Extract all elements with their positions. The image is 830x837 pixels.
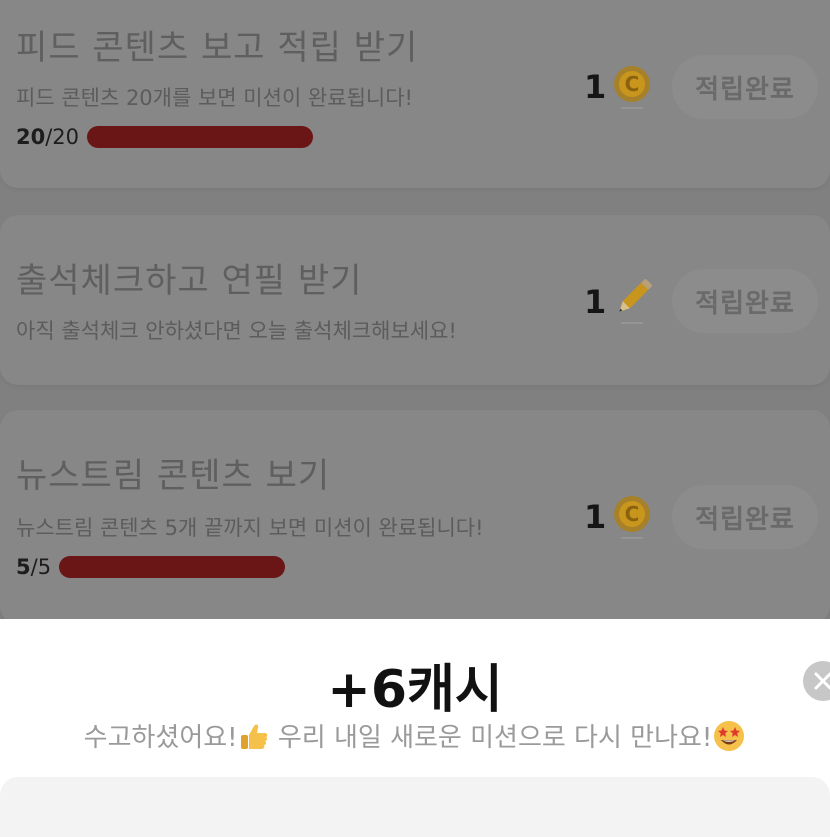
progress-bar <box>87 126 314 148</box>
progress-total: /20 <box>45 125 80 149</box>
mission-card-newstream: 뉴스트림 콘텐츠 보기 뉴스트림 콘텐츠 5개 끝까지 보면 미션이 완료됩니다… <box>0 410 830 624</box>
total-reward-amount: +6캐시 <box>327 660 503 720</box>
star-struck-face-icon <box>714 721 745 751</box>
reward-bottom-sheet: +6캐시 수고하셨어요! 우리 내일 새로운 미션으로 다시 만나요! <box>0 619 830 837</box>
claim-complete-button[interactable]: 적립완료 <box>672 55 818 119</box>
claim-complete-button[interactable]: 적립완료 <box>672 485 818 549</box>
claim-complete-button[interactable]: 적립완료 <box>672 269 818 333</box>
svg-text:C: C <box>625 502 640 526</box>
message-part1: 수고하셨어요! <box>83 723 238 753</box>
coin-icon: C <box>614 496 650 539</box>
mission-reward: 1 <box>584 279 652 325</box>
mission-title: 피드 콘텐츠 보고 적립 받기 <box>16 28 419 68</box>
message-part2: 우리 내일 새로운 미션으로 다시 만나요! <box>269 723 713 753</box>
thumbs-up-icon <box>240 724 268 749</box>
mission-card-feed: 피드 콘텐츠 보고 적립 받기 피드 콘텐츠 20개를 보면 미션이 완료됩니다… <box>0 0 830 188</box>
mission-progress: 20/20 <box>16 125 314 149</box>
mission-title: 뉴스트림 콘텐츠 보기 <box>16 456 331 496</box>
progress-current: 20 <box>16 125 46 149</box>
progress-total: /5 <box>30 555 52 579</box>
svg-text:C: C <box>625 72 640 96</box>
reward-amount: 1 <box>584 283 607 321</box>
close-icon <box>814 672 830 690</box>
reward-amount: 1 <box>584 498 607 536</box>
mission-card-attendance: 출석체크하고 연필 받기 아직 출석체크 안하셨다면 오늘 출석체크해보세요! … <box>0 215 830 385</box>
progress-bar <box>59 556 286 578</box>
mission-progress: 5/5 <box>16 555 286 579</box>
sheet-content-panel <box>0 777 830 837</box>
mission-description: 피드 콘텐츠 20개를 보면 미션이 완료됩니다! <box>16 86 413 110</box>
mission-reward: 1 C <box>584 64 652 110</box>
progress-current: 5 <box>16 555 31 579</box>
completion-message: 수고하셨어요! 우리 내일 새로운 미션으로 다시 만나요! <box>0 717 830 754</box>
mission-description: 뉴스트림 콘텐츠 5개 끝까지 보면 미션이 완료됩니다! <box>16 516 484 540</box>
coin-icon: C <box>614 66 650 109</box>
mission-list: 피드 콘텐츠 보고 적립 받기 피드 콘텐츠 20개를 보면 미션이 완료됩니다… <box>0 0 830 624</box>
reward-amount: 1 <box>584 68 607 106</box>
mission-reward: 1 C <box>584 494 652 540</box>
mission-title: 출석체크하고 연필 받기 <box>16 261 363 301</box>
mission-description: 아직 출석체크 안하셨다면 오늘 출석체크해보세요! <box>16 319 457 343</box>
pencil-icon <box>619 279 652 324</box>
